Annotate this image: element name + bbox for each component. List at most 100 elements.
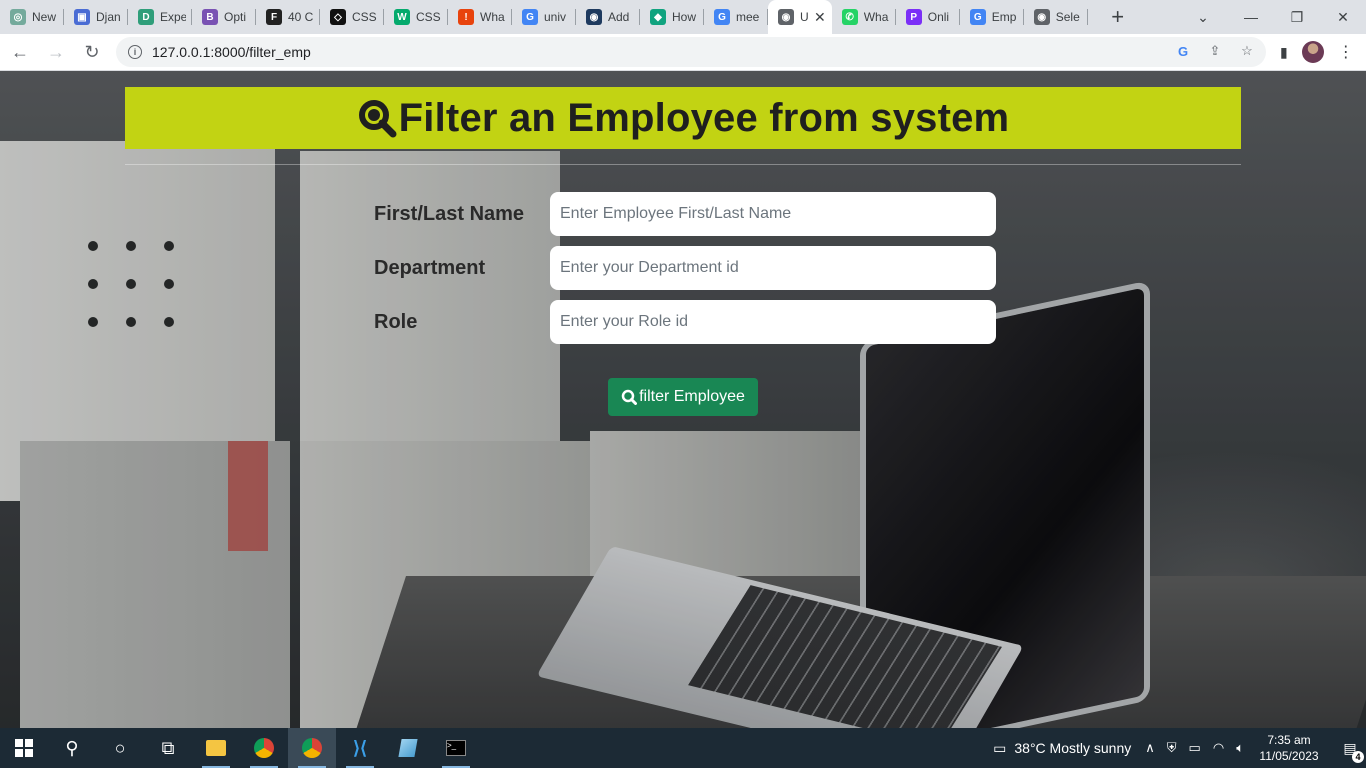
header-divider (125, 164, 1241, 165)
clock[interactable]: 7:35 am 11/05/2023 (1258, 732, 1320, 764)
back-button[interactable]: ← (4, 36, 36, 68)
letter-d-icon: D (138, 9, 154, 25)
browser-tab[interactable]: ✆ Wha (832, 0, 896, 34)
codepen-icon: ◇ (330, 9, 346, 25)
globe-icon: ◉ (586, 9, 602, 25)
battery-icon[interactable]: ▭ (1189, 740, 1201, 756)
name-label: First/Last Name (374, 202, 525, 225)
globe-icon: ◉ (1033, 9, 1050, 25)
tab-title: Add (608, 10, 630, 24)
filter-employee-label: filter Employee (639, 388, 745, 405)
page-title: Filter an Employee from system (398, 95, 1010, 140)
browser-tab[interactable]: ◎ New (0, 0, 64, 34)
browser-tab[interactable]: D Expe (128, 0, 192, 34)
google-lens-icon[interactable]: G (1174, 42, 1192, 60)
search-icon (358, 100, 397, 138)
terminal-icon[interactable]: >_ (432, 728, 480, 768)
browser-tab[interactable]: ◇ CSS (320, 0, 384, 34)
search-icon[interactable]: ⚲ (48, 728, 96, 768)
tab-title: Djan (96, 10, 121, 24)
browser-tab[interactable]: B Opti (192, 0, 256, 34)
search-icon (621, 389, 638, 405)
window-controls: ⌄ — ❐ ✕ (1197, 0, 1366, 34)
close-tab-icon[interactable]: ✕ (814, 9, 826, 26)
chrome-icon[interactable] (240, 728, 288, 768)
page-header: Filter an Employee from system (125, 87, 1241, 149)
filter-employee-button[interactable]: filter Employee (608, 378, 758, 416)
weather-icon: ▭ (993, 739, 1007, 756)
page-viewport: Filter an Employee from system First/Las… (0, 71, 1366, 728)
notepad-icon[interactable] (384, 728, 432, 768)
role-label: Role (374, 310, 418, 333)
reload-button[interactable]: ↻ (76, 36, 108, 68)
side-panel-icon[interactable]: ▮ (1280, 44, 1288, 61)
windows-taskbar: ⚲ ○ ⧉ ⟩⟨ >_ ▭ 38°C Mostly sunny ∧ ⛨ ▭ ◠ … (0, 728, 1366, 768)
bookmark-star-icon[interactable]: ☆ (1238, 42, 1256, 60)
chevron-up-icon[interactable]: ∧ (1145, 740, 1155, 756)
profile-avatar[interactable] (1301, 41, 1324, 63)
tab-title: Wha (863, 10, 889, 24)
minimize-button[interactable]: — (1228, 9, 1274, 25)
department-input[interactable] (550, 246, 996, 290)
browser-tab[interactable]: ◉ Add (576, 0, 640, 34)
chat-icon: ◆ (650, 9, 666, 25)
clock-time: 7:35 am (1267, 733, 1311, 747)
browser-tab[interactable]: ▣ Djan (64, 0, 128, 34)
browser-tab[interactable]: Guniv (512, 0, 576, 34)
close-window-button[interactable]: ✕ (1320, 9, 1366, 26)
tray-icons: ∧ ⛨ ▭ ◠ 🔈︎ (1145, 740, 1244, 756)
volume-icon[interactable]: 🔈︎ (1236, 740, 1244, 756)
clock-date: 11/05/2023 (1259, 749, 1319, 763)
share-icon[interactable]: ⇪ (1206, 42, 1224, 60)
tab-title: U (800, 10, 808, 24)
notification-center-icon[interactable]: ▤ 4 (1334, 740, 1366, 763)
tab-title: CSS (416, 10, 441, 24)
browser-tab[interactable]: P Onli (896, 0, 960, 34)
weather-widget[interactable]: ▭ 38°C Mostly sunny (993, 740, 1131, 757)
address-bar[interactable]: i 127.0.0.1:8000/filter_emp G ⇪ ☆ (116, 37, 1266, 67)
role-input[interactable] (550, 300, 996, 344)
department-field-row: Department (374, 246, 996, 290)
tab-title: mee (736, 10, 760, 24)
browser-tab[interactable]: ◆ How (640, 0, 704, 34)
vscode-icon[interactable]: ⟩⟨ (336, 728, 384, 768)
bootstrap-icon: B (202, 9, 218, 25)
new-tab-button[interactable]: + (1104, 3, 1132, 31)
tab-title: 40 C (288, 10, 314, 24)
user-icon: ▣ (74, 9, 90, 25)
tab-title: Expe (160, 10, 186, 24)
menu-kebab-icon[interactable]: ⋮ (1338, 42, 1354, 62)
file-explorer-icon[interactable] (192, 728, 240, 768)
tab-title: Wha (480, 10, 505, 24)
tab-title: How (672, 10, 697, 24)
browser-tab[interactable]: G Emp (960, 0, 1024, 34)
weather-text: 38°C Mostly sunny (1014, 740, 1132, 756)
browser-tab[interactable]: W CSS (384, 0, 448, 34)
google-icon: G (714, 9, 730, 25)
wifi-icon[interactable]: ◠ (1213, 740, 1224, 756)
google-icon: G (969, 9, 986, 25)
browser-tab[interactable]: ◉ Sele (1024, 0, 1088, 34)
whatsapp-icon: ✆ (841, 9, 858, 25)
task-view-icon[interactable]: ⧉ (144, 728, 192, 768)
browser-tab[interactable]: ! Wha (448, 0, 512, 34)
tab-title: Onli (927, 10, 950, 24)
browser-tab[interactable]: ◉ U ✕ (768, 0, 832, 34)
name-input[interactable] (550, 192, 996, 236)
restore-button[interactable]: ❐ (1274, 9, 1320, 26)
site-info-icon[interactable]: i (128, 45, 142, 59)
security-icon[interactable]: ⛨ (1167, 740, 1177, 756)
cortana-icon[interactable]: ○ (96, 728, 144, 768)
tab-search-icon[interactable]: ⌄ (1188, 9, 1218, 26)
chrome-profile-icon[interactable] (288, 728, 336, 768)
browser-tab[interactable]: Gmee (704, 0, 768, 34)
tab-title: New (32, 10, 57, 24)
windows-start-icon[interactable] (0, 728, 48, 768)
forward-button[interactable]: → (40, 36, 72, 68)
browser-tab[interactable]: F 40 C (256, 0, 320, 34)
tab-title: Opti (224, 10, 247, 24)
address-url: 127.0.0.1:8000/filter_emp (152, 44, 311, 60)
system-tray: ▭ 38°C Mostly sunny ∧ ⛨ ▭ ◠ 🔈︎ 7:35 am 1… (993, 728, 1366, 768)
google-icon: G (522, 9, 538, 25)
globe-icon: ◉ (778, 9, 794, 25)
